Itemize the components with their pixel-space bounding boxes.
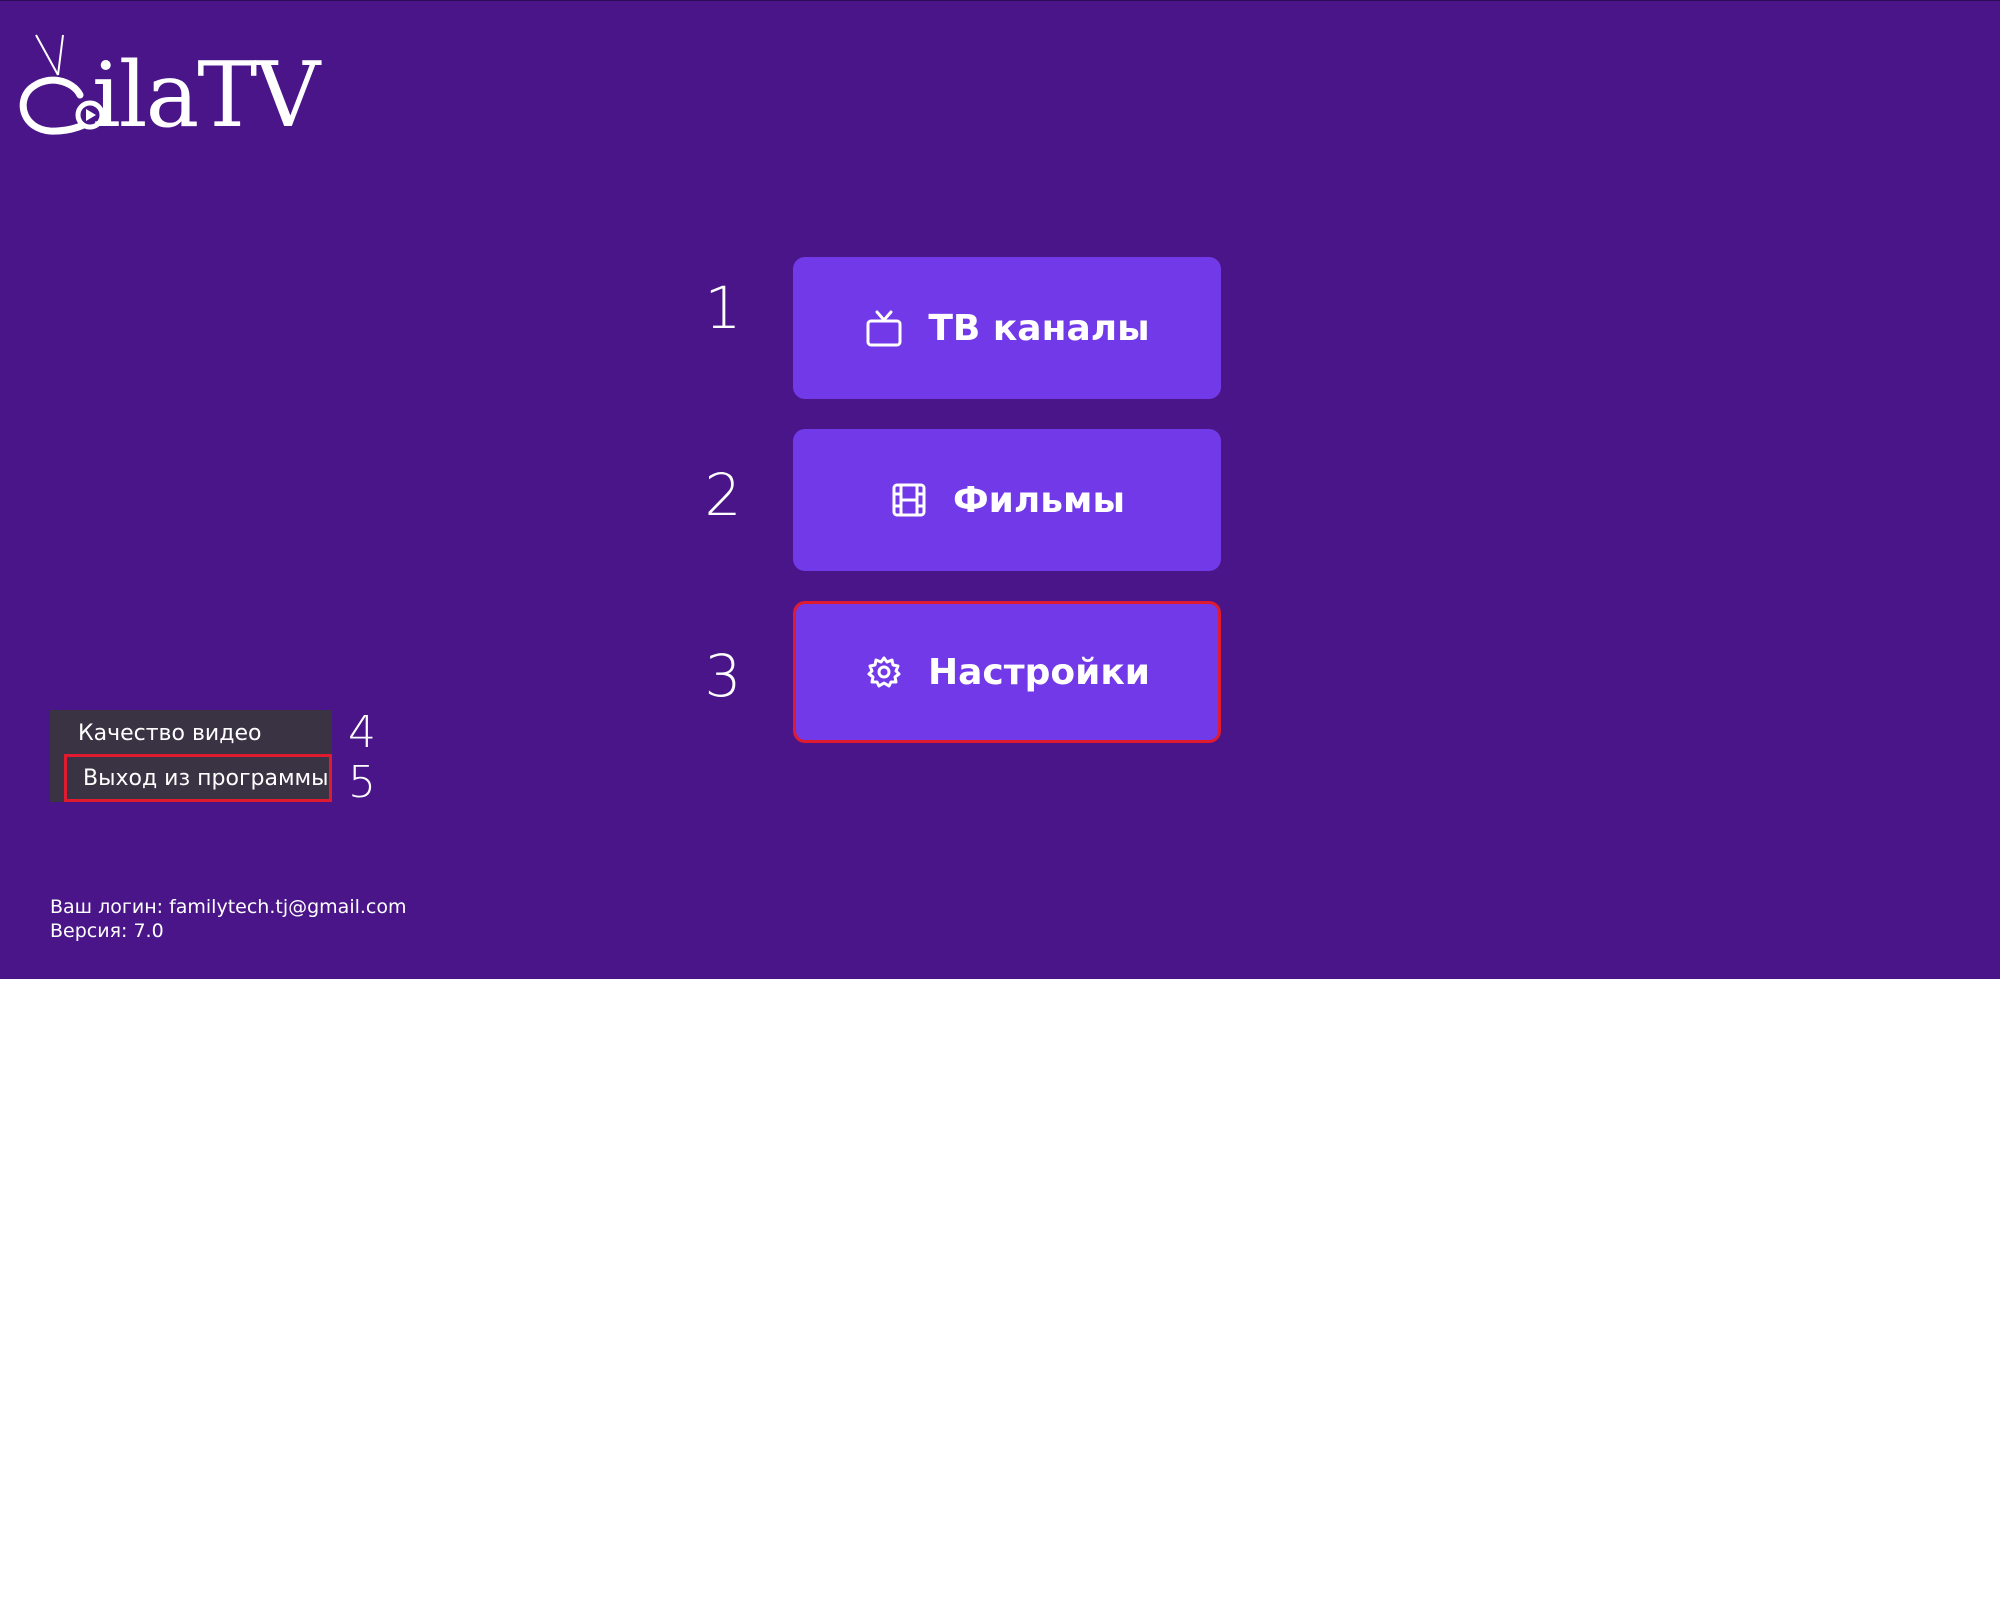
tv-channels-label: ТВ каналы	[928, 307, 1150, 349]
movies-button[interactable]: Фильмы	[793, 429, 1221, 571]
logo-text: ilaTV	[92, 43, 320, 148]
settings-button[interactable]: Настройки	[793, 601, 1221, 743]
annotation-number-2: 2	[704, 461, 742, 529]
app-screen: ilaTV 1 2 3 ТВ каналы Фильмы Настройки К…	[0, 0, 2000, 979]
side-menu: Качество видео Выход из программы	[50, 710, 332, 802]
tv-icon	[864, 308, 904, 348]
login-text: Ваш логин: familytech.tj@gmail.com	[50, 896, 407, 918]
app-logo: ilaTV	[18, 31, 320, 148]
film-icon	[889, 480, 929, 520]
video-quality-item[interactable]: Качество видео	[50, 712, 332, 756]
annotation-number-5: 5	[348, 757, 376, 808]
annotation-number-3: 3	[704, 642, 742, 710]
version-text: Версия: 7.0	[50, 920, 164, 942]
settings-label: Настройки	[927, 651, 1150, 693]
annotation-number-1: 1	[704, 274, 742, 342]
gear-icon	[864, 652, 904, 692]
tv-channels-button[interactable]: ТВ каналы	[793, 257, 1221, 399]
account-info: Ваш логин: familytech.tj@gmail.com Верси…	[50, 895, 407, 943]
exit-program-item[interactable]: Выход из программы	[64, 754, 332, 802]
movies-label: Фильмы	[952, 479, 1126, 521]
